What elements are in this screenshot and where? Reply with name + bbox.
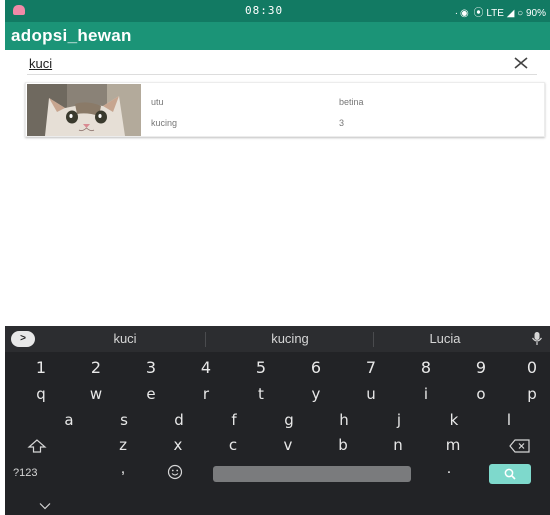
- key-g[interactable]: g: [269, 410, 309, 430]
- key-d[interactable]: d: [159, 410, 199, 430]
- pet-name: utu: [151, 97, 164, 107]
- key-b[interactable]: b: [323, 435, 363, 455]
- cat-photo: [27, 84, 141, 136]
- key-comma[interactable]: ,: [113, 460, 133, 478]
- suggestion-2[interactable]: kucing: [225, 331, 355, 346]
- suggestion-divider: [205, 332, 206, 347]
- suggestion-strip: > kuci kucing Lucia: [5, 326, 550, 352]
- key-0[interactable]: 0: [512, 358, 550, 378]
- search-action-button[interactable]: [489, 464, 531, 484]
- key-k[interactable]: k: [434, 410, 474, 430]
- key-m[interactable]: m: [433, 435, 473, 455]
- key-3[interactable]: 3: [131, 358, 171, 378]
- expand-suggestions-button[interactable]: >: [11, 331, 35, 347]
- key-i[interactable]: i: [406, 384, 446, 404]
- key-p[interactable]: p: [512, 384, 550, 404]
- key-6[interactable]: 6: [296, 358, 336, 378]
- key-l[interactable]: l: [489, 410, 529, 430]
- backspace-icon[interactable]: [508, 438, 532, 454]
- search-bar: [5, 50, 550, 76]
- emoji-icon[interactable]: [167, 464, 183, 480]
- key-e[interactable]: e: [131, 384, 171, 404]
- microphone-icon[interactable]: [531, 331, 543, 347]
- key-y[interactable]: y: [296, 384, 336, 404]
- key-n[interactable]: n: [378, 435, 418, 455]
- key-t[interactable]: t: [241, 384, 281, 404]
- key-u[interactable]: u: [351, 384, 391, 404]
- key-z[interactable]: z: [103, 435, 143, 455]
- key-a[interactable]: a: [49, 410, 89, 430]
- symbols-key[interactable]: ?123: [13, 466, 53, 480]
- key-s[interactable]: s: [104, 410, 144, 430]
- key-4[interactable]: 4: [186, 358, 226, 378]
- key-j[interactable]: j: [379, 410, 419, 430]
- search-input[interactable]: [29, 54, 249, 72]
- pet-age: 3: [339, 118, 345, 128]
- key-h[interactable]: h: [324, 410, 364, 430]
- key-o[interactable]: o: [461, 384, 501, 404]
- key-x[interactable]: x: [158, 435, 198, 455]
- suggestion-1[interactable]: kuci: [75, 331, 175, 346]
- key-9[interactable]: 9: [461, 358, 501, 378]
- suggestion-divider: [373, 332, 374, 347]
- pet-gender: betina: [339, 97, 364, 107]
- key-7[interactable]: 7: [351, 358, 391, 378]
- key-f[interactable]: f: [214, 410, 254, 430]
- soft-keyboard: > kuci kucing Lucia 1 2 3 4 5 6 7 8 9 0 …: [5, 326, 550, 515]
- key-q[interactable]: q: [21, 384, 61, 404]
- notification-app-icon: [13, 5, 25, 15]
- key-5[interactable]: 5: [241, 358, 281, 378]
- status-bar: 08:30 · ◉ ⦿ LTE ◢ ○ 90%: [5, 0, 550, 22]
- key-r[interactable]: r: [186, 384, 226, 404]
- phone-screen: 08:30 · ◉ ⦿ LTE ◢ ○ 90% adopsi_hewan kuc…: [5, 0, 550, 515]
- key-2[interactable]: 2: [76, 358, 116, 378]
- key-8[interactable]: 8: [406, 358, 446, 378]
- system-status-icons: · ◉ ⦿ LTE ◢ ○ 90%: [454, 8, 546, 19]
- key-w[interactable]: w: [76, 384, 116, 404]
- search-underline: [27, 74, 537, 75]
- search-icon: [504, 468, 516, 480]
- key-c[interactable]: c: [213, 435, 253, 455]
- suggestion-3[interactable]: Lucia: [390, 331, 500, 346]
- pet-result-card[interactable]: utu kucing betina 3: [25, 82, 545, 137]
- status-clock: 08:30: [245, 4, 284, 17]
- key-period[interactable]: .: [439, 460, 459, 478]
- key-v[interactable]: v: [268, 435, 308, 455]
- chevron-down-icon[interactable]: [39, 502, 51, 510]
- app-toolbar: adopsi_hewan: [5, 22, 550, 50]
- pet-type: kucing: [151, 118, 178, 128]
- key-1[interactable]: 1: [21, 358, 61, 378]
- space-bar[interactable]: [213, 466, 411, 482]
- app-title: adopsi_hewan: [11, 26, 132, 45]
- shift-icon[interactable]: [25, 438, 49, 454]
- clear-search-icon[interactable]: [511, 53, 531, 73]
